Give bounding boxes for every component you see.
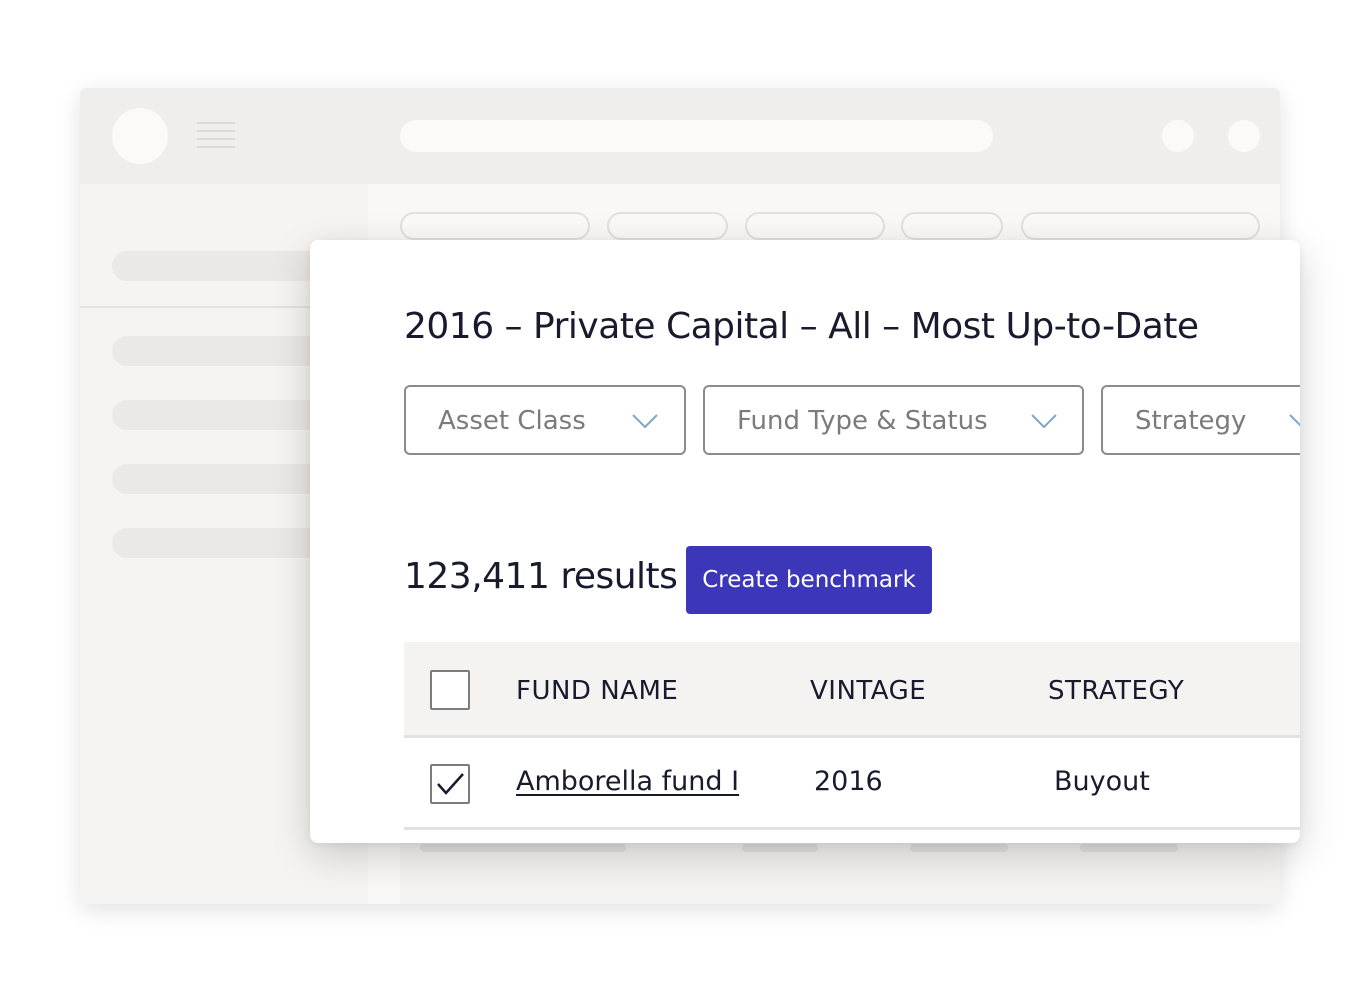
- fund-name-link[interactable]: Amborella fund I: [516, 766, 739, 797]
- dropdown-label: Fund Type & Status: [737, 406, 988, 436]
- chevron-down-icon: [1289, 414, 1300, 427]
- chip-placeholder: [1021, 212, 1260, 240]
- strategy-cell: Buyout: [1054, 766, 1150, 797]
- table-header: FUND NAME VINTAGE STRATEGY: [404, 642, 1300, 738]
- row-placeholder-bar: [910, 844, 1008, 852]
- select-all-checkbox[interactable]: [430, 670, 470, 710]
- chip-placeholder: [901, 212, 1003, 240]
- table-row: Amborella fund I 2016 Buyout: [404, 738, 1300, 830]
- chip-placeholder: [745, 212, 885, 240]
- page-title: 2016 – Private Capital – All – Most Up-t…: [404, 306, 1199, 347]
- row-placeholder-bar: [742, 844, 818, 852]
- chip-placeholder: [400, 212, 590, 240]
- avatar-placeholder: [112, 108, 168, 164]
- column-header-vintage[interactable]: VINTAGE: [810, 676, 926, 706]
- row-placeholder-bar: [1080, 844, 1178, 852]
- chevron-down-icon: [1031, 414, 1057, 429]
- search-bar-placeholder: [400, 120, 993, 152]
- column-header-fund-name[interactable]: FUND NAME: [516, 676, 678, 706]
- chevron-down-icon: [632, 414, 658, 429]
- dropdown-label: Asset Class: [438, 406, 586, 436]
- asset-class-dropdown[interactable]: Asset Class: [404, 385, 686, 455]
- checkmark-icon: [437, 773, 464, 795]
- top-bar-dot-placeholder: [1162, 120, 1194, 152]
- fund-type-status-dropdown[interactable]: Fund Type & Status: [703, 385, 1084, 455]
- row-checkbox[interactable]: [430, 764, 470, 804]
- strategy-dropdown[interactable]: Strategy: [1101, 385, 1300, 455]
- benchmark-card: 2016 – Private Capital – All – Most Up-t…: [310, 240, 1300, 843]
- background-top-bar: [80, 88, 1280, 184]
- row-placeholder-bar: [420, 844, 626, 852]
- dropdown-label: Strategy: [1135, 406, 1247, 436]
- vintage-cell: 2016: [814, 766, 883, 797]
- top-bar-dot-placeholder: [1228, 120, 1260, 152]
- column-header-strategy[interactable]: STRATEGY: [1048, 676, 1184, 706]
- hamburger-menu-icon: [197, 122, 235, 154]
- results-count: 123,411 results: [404, 556, 678, 597]
- create-benchmark-button[interactable]: Create benchmark: [686, 546, 932, 614]
- chip-placeholder: [607, 212, 728, 240]
